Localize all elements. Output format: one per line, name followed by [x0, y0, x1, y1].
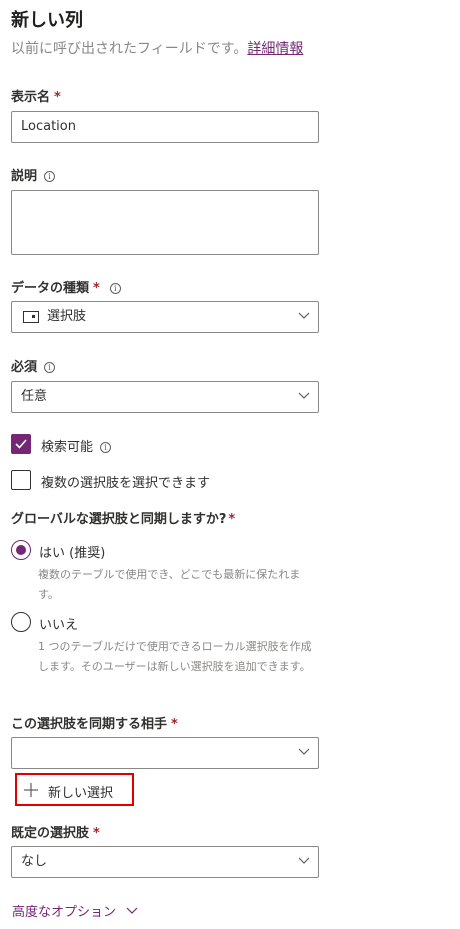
advanced-options-toggle[interactable]: 高度なオプション — [12, 901, 138, 920]
info-icon[interactable]: i — [44, 362, 56, 373]
info-icon[interactable]: i — [109, 283, 121, 294]
checkmark-icon — [15, 439, 27, 449]
data-type-dropdown[interactable]: 選択肢 — [11, 301, 319, 333]
required-value: 任意 — [21, 389, 48, 404]
plus-icon — [24, 783, 38, 797]
sync-yes-radio[interactable] — [11, 540, 31, 560]
required-dropdown[interactable]: 任意 — [11, 381, 319, 413]
description-label: 説明 i — [11, 165, 56, 184]
description-textarea[interactable] — [11, 190, 319, 255]
subtitle-text: 以前に呼び出されたフィールドです。 — [11, 41, 248, 57]
default-choice-label-text: 既定の選択肢 — [11, 826, 90, 841]
required-label-text: 必須 — [11, 360, 38, 375]
searchable-label-text: 検索可能 — [41, 440, 94, 455]
required-mark: * — [93, 826, 100, 841]
display-name-value: Location — [21, 119, 76, 134]
chevron-down-icon — [298, 312, 310, 319]
sync-with-label: この選択肢を同期する相手 * — [11, 713, 178, 732]
required-mark: * — [93, 281, 100, 296]
page-title: 新しい列 — [11, 10, 83, 31]
data-type-label: データの種類 * i — [11, 277, 121, 296]
new-choice-button[interactable]: 新しい選択 — [15, 773, 134, 806]
advanced-options-label: 高度なオプション — [12, 905, 117, 920]
sync-with-dropdown[interactable] — [11, 737, 319, 769]
chevron-down-icon — [298, 392, 310, 399]
sync-no-label: いいえ — [39, 618, 79, 633]
new-choice-label: 新しい選択 — [48, 786, 114, 801]
searchable-checkbox[interactable] — [11, 434, 31, 454]
page-subtitle: 以前に呼び出されたフィールドです。詳細情報 — [11, 38, 303, 58]
default-choice-label: 既定の選択肢 * — [11, 822, 100, 841]
learn-more-link[interactable]: 詳細情報 — [247, 41, 303, 57]
info-icon[interactable]: i — [44, 171, 56, 182]
display-name-label: 表示名 * — [11, 86, 61, 105]
sync-no-radio[interactable] — [11, 612, 31, 632]
chevron-down-icon — [126, 907, 138, 914]
searchable-label: 検索可能 i — [41, 436, 112, 455]
required-mark: * — [54, 90, 61, 105]
info-icon[interactable]: i — [100, 442, 112, 453]
choice-icon — [23, 311, 39, 323]
sync-global-label-text: グローバルな選択肢と同期しますか? — [11, 512, 227, 527]
multi-select-label: 複数の選択肢を選択できます — [41, 476, 211, 491]
sync-with-label-text: この選択肢を同期する相手 — [11, 717, 168, 732]
required-mark: * — [171, 717, 178, 732]
sync-no-description: 1 つのテーブルだけで使用できるローカル選択肢を作成します。そのユーザーは新しい… — [38, 640, 312, 673]
data-type-value: 選択肢 — [47, 309, 87, 324]
required-label: 必須 i — [11, 356, 56, 375]
multi-select-checkbox[interactable] — [11, 470, 31, 490]
description-label-text: 説明 — [11, 169, 38, 184]
display-name-input[interactable]: Location — [11, 111, 319, 143]
sync-global-label: グローバルな選択肢と同期しますか? * — [11, 508, 235, 527]
chevron-down-icon — [298, 748, 310, 755]
sync-yes-label: はい (推奨) — [39, 546, 106, 561]
data-type-label-text: データの種類 — [11, 281, 90, 296]
default-choice-value: なし — [21, 854, 48, 869]
sync-yes-description: 複数のテーブルで使用でき、どこでも最新に保たれます。 — [38, 568, 301, 601]
display-name-label-text: 表示名 — [11, 90, 51, 105]
default-choice-dropdown[interactable]: なし — [11, 846, 319, 878]
required-mark: * — [228, 512, 236, 527]
chevron-down-icon — [298, 857, 310, 864]
